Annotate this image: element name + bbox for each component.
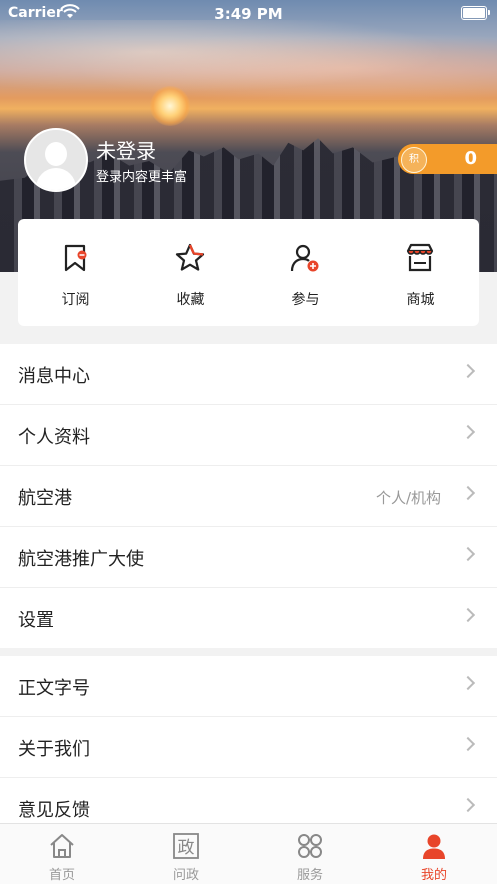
politics-icon: 政: [173, 833, 199, 859]
chevron-right-icon: [460, 736, 476, 752]
quick-action-participate[interactable]: 参与: [248, 219, 363, 326]
chevron-right-icon: [460, 546, 476, 562]
status-time: 3:49 PM: [214, 5, 283, 23]
person-icon: [423, 834, 445, 859]
star-icon: [175, 243, 205, 271]
chevron-right-icon: [460, 363, 476, 379]
points-coin-icon: 积: [401, 147, 427, 173]
tab-mine[interactable]: 我的: [372, 824, 496, 884]
menu-item-profile[interactable]: 个人资料: [0, 405, 497, 466]
menu-item-label: 关于我们: [18, 739, 90, 760]
menu-item-label: 意见反馈: [18, 800, 90, 821]
chevron-right-icon: [460, 424, 476, 440]
menu-group-account: 消息中心 个人资料 航空港 个人/机构 航空港推广大使 设置: [0, 344, 497, 648]
quick-action-favorite[interactable]: 收藏: [133, 219, 248, 326]
login-hint[interactable]: 登录内容更丰富: [96, 166, 187, 185]
quick-action-label: 商城: [406, 292, 435, 308]
avatar-body: [36, 168, 76, 190]
tab-services[interactable]: 服务: [248, 824, 372, 884]
menu-item-settings[interactable]: 设置: [0, 588, 497, 648]
menu-group-app: 正文字号 关于我们 意见反馈: [0, 656, 497, 838]
chevron-right-icon: [460, 607, 476, 623]
chevron-right-icon: [460, 485, 476, 501]
grid-icon: [298, 834, 322, 858]
menu-item-about-us[interactable]: 关于我们: [0, 717, 497, 778]
points-value: 0: [464, 148, 477, 169]
tab-politics[interactable]: 政 问政: [124, 824, 248, 884]
sky-clouds: [0, 20, 497, 100]
quick-action-label: 参与: [291, 292, 320, 308]
menu-item-label: 设置: [18, 610, 54, 631]
quick-action-label: 订阅: [61, 292, 90, 308]
quick-action-subscribe[interactable]: 订阅: [18, 219, 133, 326]
politics-glyph: 政: [178, 838, 195, 858]
tab-label: 问政: [172, 868, 199, 883]
quick-actions-card: 订阅 收藏 参与 商城: [18, 219, 479, 326]
menu-item-label: 航空港: [18, 488, 72, 509]
points-badge[interactable]: 积 0: [398, 144, 497, 174]
tab-label: 服务: [296, 868, 323, 883]
chevron-right-icon: [460, 797, 476, 813]
menu-item-label: 正文字号: [18, 678, 90, 699]
menu-item-label: 航空港推广大使: [18, 549, 144, 570]
shop-icon: [406, 243, 434, 272]
menu-item-label: 个人资料: [18, 427, 90, 448]
tab-label: 首页: [48, 868, 75, 883]
avatar[interactable]: [24, 128, 88, 192]
tab-home[interactable]: 首页: [0, 824, 124, 884]
tab-label: 我的: [420, 868, 447, 883]
status-bar: Carrier 3:49 PM: [0, 0, 497, 28]
menu-item-font-size[interactable]: 正文字号: [0, 656, 497, 717]
menu-item-airport-ambassador[interactable]: 航空港推广大使: [0, 527, 497, 588]
battery-icon: [461, 6, 490, 20]
chevron-right-icon: [460, 675, 476, 691]
menu-item-message-center[interactable]: 消息中心: [0, 344, 497, 405]
user-add-icon: [290, 244, 319, 272]
bookmark-icon: [64, 244, 87, 272]
avatar-head: [45, 142, 67, 166]
menu-item-label: 消息中心: [18, 366, 90, 387]
sun: [150, 86, 190, 126]
menu-item-detail: 个人/机构: [375, 489, 441, 507]
home-icon: [50, 834, 74, 858]
username[interactable]: 未登录: [96, 135, 156, 164]
quick-action-shop[interactable]: 商城: [363, 219, 478, 326]
tab-bar: 首页 政 问政 服务 我的: [0, 823, 497, 884]
menu-item-airport[interactable]: 航空港 个人/机构: [0, 466, 497, 527]
quick-action-label: 收藏: [176, 292, 205, 308]
